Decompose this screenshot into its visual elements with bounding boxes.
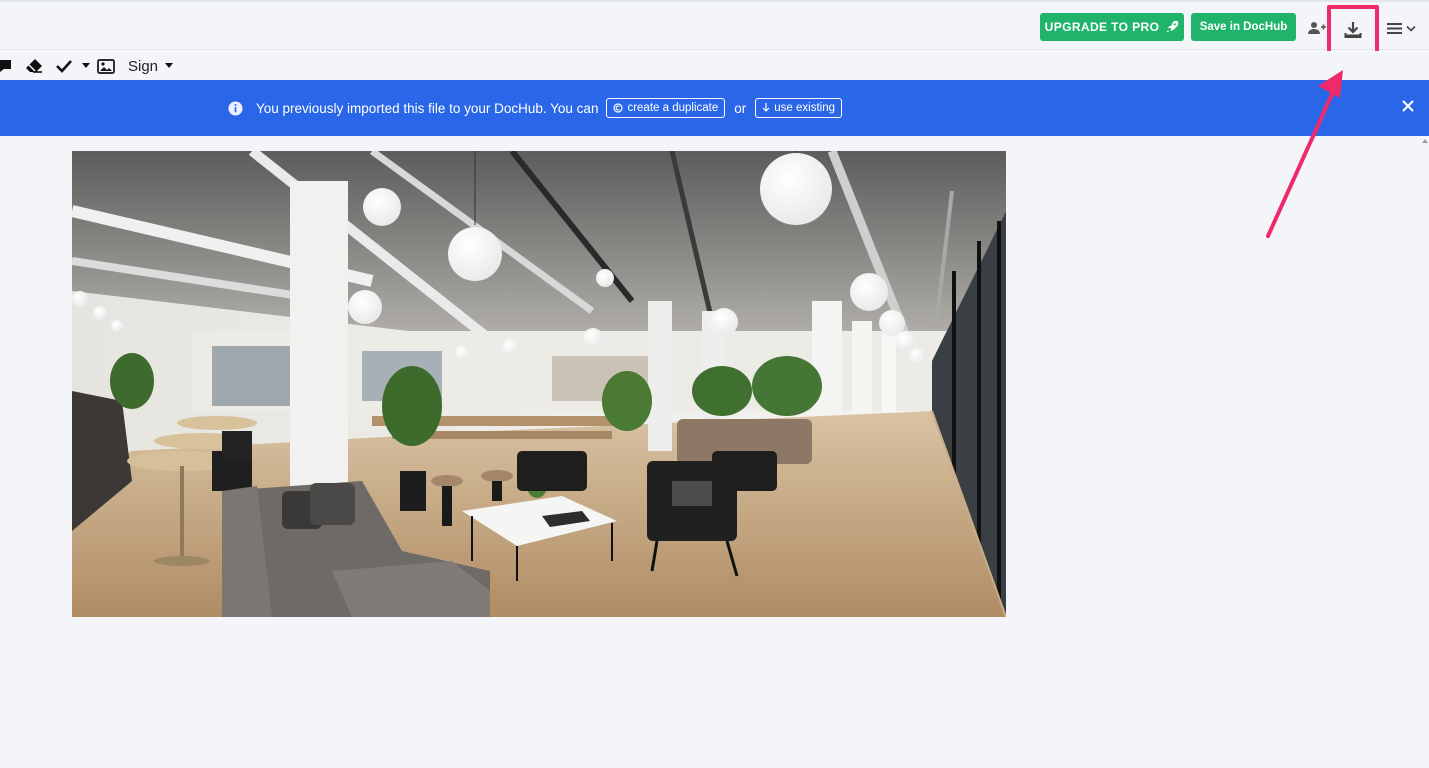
- info-icon: [228, 100, 243, 116]
- document-image-office-interior: [72, 151, 1006, 617]
- sign-tool[interactable]: Sign: [128, 55, 174, 77]
- copy-icon: [613, 103, 624, 113]
- main-menu-button[interactable]: [1381, 16, 1421, 40]
- import-notice-banner: You previously imported this file to you…: [0, 80, 1429, 136]
- eraser-icon: [26, 59, 42, 73]
- rocket-icon: [1167, 20, 1179, 33]
- banner-message: You previously imported this file to you…: [256, 100, 599, 116]
- top-header: UPGRADE TO PRO Save in DocHub: [0, 0, 1429, 55]
- arrow-down-icon: [762, 103, 770, 112]
- add-user-icon: [1308, 22, 1326, 34]
- image-icon: [97, 58, 115, 74]
- comment-tool[interactable]: [0, 55, 12, 77]
- or-label: or: [734, 100, 747, 116]
- use-existing-label: use existing: [774, 102, 835, 114]
- comment-icon: [0, 60, 11, 72]
- add-user-button[interactable]: [1305, 16, 1329, 40]
- save-in-dochub-button[interactable]: Save in DocHub: [1191, 13, 1296, 41]
- sign-label: Sign: [128, 57, 159, 75]
- scroll-up-arrow[interactable]: [1422, 139, 1428, 143]
- upgrade-label: UPGRADE TO PRO: [1044, 20, 1160, 34]
- annotation-toolbar: Sign: [0, 51, 1429, 80]
- save-label: Save in DocHub: [1199, 21, 1288, 33]
- banner-close-button[interactable]: [1398, 96, 1418, 116]
- eraser-tool[interactable]: [25, 55, 43, 77]
- download-button[interactable]: [1327, 5, 1379, 55]
- create-duplicate-label: create a duplicate: [627, 102, 719, 114]
- upgrade-to-pro-button[interactable]: UPGRADE TO PRO: [1040, 13, 1184, 41]
- checkmark-tool[interactable]: [55, 55, 90, 77]
- caret-down-icon: [82, 63, 90, 68]
- caret-down-icon: [165, 63, 174, 68]
- vertical-scrollbar[interactable]: [1420, 138, 1429, 768]
- hamburger-menu-icon: [1386, 22, 1402, 34]
- download-icon: [1344, 22, 1362, 38]
- image-tool[interactable]: [97, 55, 115, 77]
- use-existing-button[interactable]: use existing: [755, 98, 842, 118]
- banner-content: You previously imported this file to you…: [228, 98, 842, 118]
- create-duplicate-button[interactable]: create a duplicate: [606, 98, 726, 118]
- close-icon: [1402, 100, 1414, 112]
- checkmark-icon: [56, 60, 72, 73]
- chevron-down-icon: [1405, 25, 1416, 32]
